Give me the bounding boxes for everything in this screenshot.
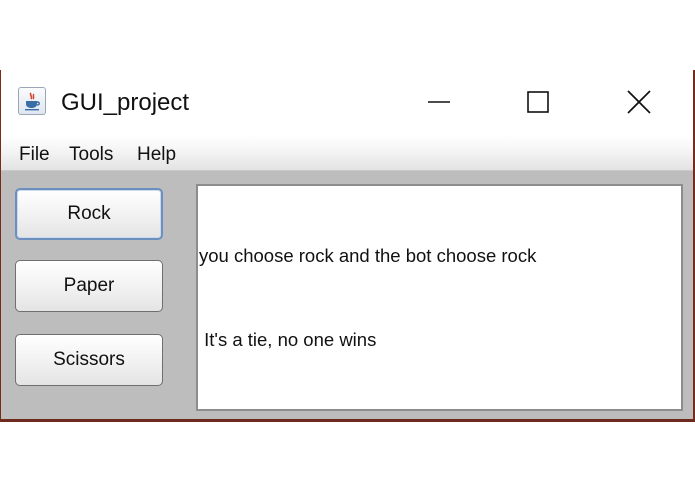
result-line: you choose rock and the bot choose rock [199,245,537,266]
menu-help[interactable]: Help [137,144,176,166]
window-body: GUI_project File Tools Help Rock Paper S… [1,70,693,419]
window-bottom-border [0,419,695,422]
paper-button[interactable]: Paper [15,260,163,312]
title-bar[interactable]: GUI_project [1,70,693,136]
java-cup-icon[interactable] [18,87,46,115]
result-text-area[interactable]: you choose rock and the bot choose rock … [196,184,683,411]
minimize-button[interactable] [414,82,464,122]
menu-tools[interactable]: Tools [69,144,113,166]
close-button[interactable] [614,82,664,122]
menu-file[interactable]: File [19,144,50,166]
menu-bar: File Tools Help [1,136,693,171]
app-window: GUI_project File Tools Help Rock Paper S… [0,70,695,422]
maximize-icon [527,91,549,113]
window-title: GUI_project [61,89,190,116]
close-icon [627,90,651,114]
rock-button[interactable]: Rock [15,188,163,240]
minimize-icon [428,101,450,103]
result-line: It's a tie, no one wins [199,329,377,350]
maximize-button[interactable] [513,82,563,122]
scissors-button[interactable]: Scissors [15,334,163,386]
